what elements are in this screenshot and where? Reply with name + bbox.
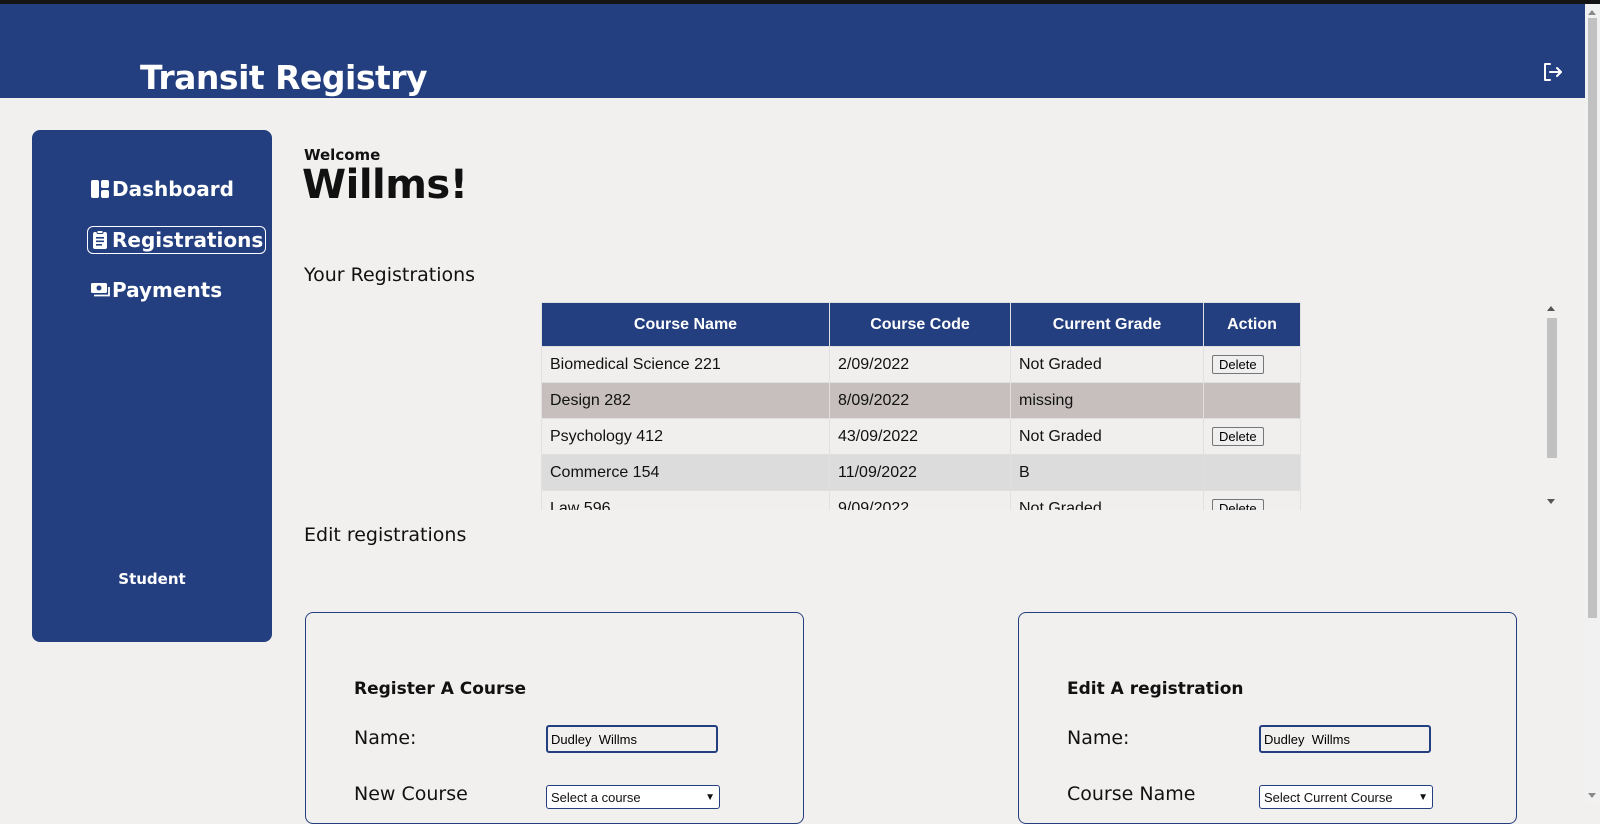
registrations-table: Course Name Course Code Current Grade Ac…: [541, 302, 1301, 510]
sidebar-item-label: Dashboard: [112, 177, 234, 201]
cell-grade: Not Graded: [1010, 346, 1204, 383]
cell-course: Psychology 412: [541, 418, 830, 455]
cell-course: Law 596: [541, 490, 830, 510]
table-row: Psychology 412 43/09/2022 Not Graded Del…: [541, 418, 1301, 455]
sidebar-item-registrations[interactable]: Registrations: [87, 226, 267, 254]
cell-grade: missing: [1010, 382, 1204, 419]
table-scrollbar[interactable]: [1545, 302, 1558, 510]
name-input[interactable]: [1259, 725, 1431, 753]
cell-code: 9/09/2022: [829, 490, 1011, 510]
card-title: Register A Course: [354, 679, 527, 699]
cell-grade: Not Graded: [1010, 418, 1204, 455]
sidebar: Dashboard Registrations Payments Student: [32, 130, 272, 642]
app-title: Transit Registry: [140, 58, 428, 97]
table-row: Biomedical Science 221 2/09/2022 Not Gra…: [541, 346, 1301, 383]
name-input[interactable]: [546, 725, 718, 753]
cell-action: [1203, 454, 1301, 491]
name-label: Name:: [1067, 727, 1130, 749]
delete-button[interactable]: Delete: [1212, 427, 1264, 446]
column-header: Action: [1203, 302, 1301, 347]
table-row: Design 282 8/09/2022 missing: [541, 382, 1301, 419]
cell-action: Delete: [1203, 418, 1301, 455]
scrollbar-thumb[interactable]: [1588, 18, 1597, 618]
cell-code: 11/09/2022: [829, 454, 1011, 491]
app-header: Transit Registry: [0, 4, 1585, 98]
table-row: Law 596 9/09/2022 Not Graded Delete: [541, 490, 1301, 510]
cell-grade: Not Graded: [1010, 490, 1204, 510]
welcome-user-name: Willms!: [302, 162, 468, 208]
clipboard-icon: [93, 230, 107, 249]
scroll-up-arrow-icon[interactable]: [1588, 10, 1596, 15]
delete-button[interactable]: Delete: [1212, 355, 1264, 374]
column-header: Current Grade: [1010, 302, 1204, 347]
sidebar-item-label: Registrations: [112, 228, 264, 252]
delete-button[interactable]: Delete: [1212, 499, 1264, 510]
cell-action: [1203, 382, 1301, 419]
edit-registrations-title: Edit registrations: [304, 524, 467, 546]
select-value: Select a course: [551, 789, 641, 805]
money-icon: [91, 283, 110, 297]
cell-action: Delete: [1203, 490, 1301, 510]
cell-code: 2/09/2022: [829, 346, 1011, 383]
course-name-label: Course Name: [1067, 783, 1196, 805]
scroll-down-arrow-icon[interactable]: [1547, 499, 1555, 504]
course-select[interactable]: Select a course ▼: [546, 785, 720, 809]
registrations-title: Your Registrations: [304, 264, 476, 286]
chevron-down-icon: ▼: [1418, 791, 1428, 803]
sidebar-item-dashboard[interactable]: Dashboard: [88, 176, 236, 202]
chevron-down-icon: ▼: [705, 791, 715, 803]
edit-registration-card: Edit A registration Name: Course Name Se…: [1018, 612, 1517, 824]
cell-course: Design 282: [541, 382, 830, 419]
scroll-down-arrow-icon[interactable]: [1588, 793, 1596, 798]
select-value: Select Current Course: [1264, 789, 1393, 805]
sidebar-item-payments[interactable]: Payments: [88, 277, 224, 303]
user-role: Student: [118, 570, 186, 588]
cell-code: 43/09/2022: [829, 418, 1011, 455]
cell-course: Biomedical Science 221: [541, 346, 830, 383]
cell-course: Commerce 154: [541, 454, 830, 491]
card-title: Edit A registration: [1067, 679, 1244, 699]
cell-code: 8/09/2022: [829, 382, 1011, 419]
table-header-row: Course Name Course Code Current Grade Ac…: [541, 302, 1301, 347]
name-label: Name:: [354, 727, 417, 749]
logout-icon[interactable]: [1540, 60, 1564, 84]
dashboard-icon: [91, 180, 109, 198]
registrations-table-container[interactable]: Course Name Course Code Current Grade Ac…: [541, 302, 1301, 510]
column-header: Course Name: [541, 302, 830, 347]
scrollbar-thumb[interactable]: [1547, 318, 1557, 458]
new-course-label: New Course: [354, 783, 468, 805]
column-header: Course Code: [829, 302, 1011, 347]
page-scrollbar[interactable]: [1585, 4, 1600, 804]
cell-grade: B: [1010, 454, 1204, 491]
scroll-up-arrow-icon[interactable]: [1547, 306, 1555, 311]
current-course-select[interactable]: Select Current Course ▼: [1259, 785, 1433, 809]
table-row: Commerce 154 11/09/2022 B: [541, 454, 1301, 491]
sidebar-item-label: Payments: [112, 278, 223, 302]
cell-action: Delete: [1203, 346, 1301, 383]
register-course-card: Register A Course Name: New Course Selec…: [305, 612, 804, 824]
